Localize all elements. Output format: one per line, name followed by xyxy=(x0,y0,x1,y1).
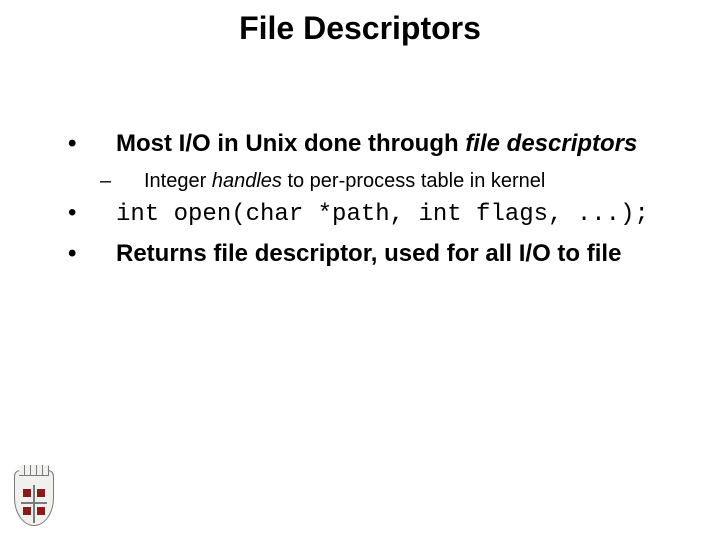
slide: File Descriptors •Most I/O in Unix done … xyxy=(0,0,720,540)
bullet-1-sub-1: –Integer handles to per-process table in… xyxy=(122,169,652,193)
bullet-1-text-pre: Most I/O in Unix done through xyxy=(116,130,465,157)
bullet-3: •Returns file descriptor, used for all I… xyxy=(92,240,652,269)
bullet-1-text-italic: file descriptors xyxy=(465,130,637,157)
slide-body: •Most I/O in Unix done through file desc… xyxy=(92,130,652,278)
brown-university-logo xyxy=(14,470,54,526)
bullet-marker: • xyxy=(92,240,116,269)
bullet-1-sub-1-italic: handles xyxy=(212,170,282,192)
bullet-marker: – xyxy=(122,169,144,193)
bullet-2: •int open(char *path, int flags, ...); xyxy=(92,199,652,230)
bullet-1-sub-1-post: to per-process table in kernel xyxy=(282,170,545,192)
bullet-3-text: Returns file descriptor, used for all I/… xyxy=(116,240,621,267)
bullet-marker: • xyxy=(92,199,116,228)
slide-title: File Descriptors xyxy=(0,10,720,47)
shield-icon xyxy=(14,470,54,526)
bullet-2-code: int open(char *path, int flags, ...); xyxy=(116,201,649,228)
bullet-1-sub-1-pre: Integer xyxy=(144,170,212,192)
bullet-marker: • xyxy=(92,130,116,159)
bullet-1: •Most I/O in Unix done through file desc… xyxy=(92,130,652,159)
